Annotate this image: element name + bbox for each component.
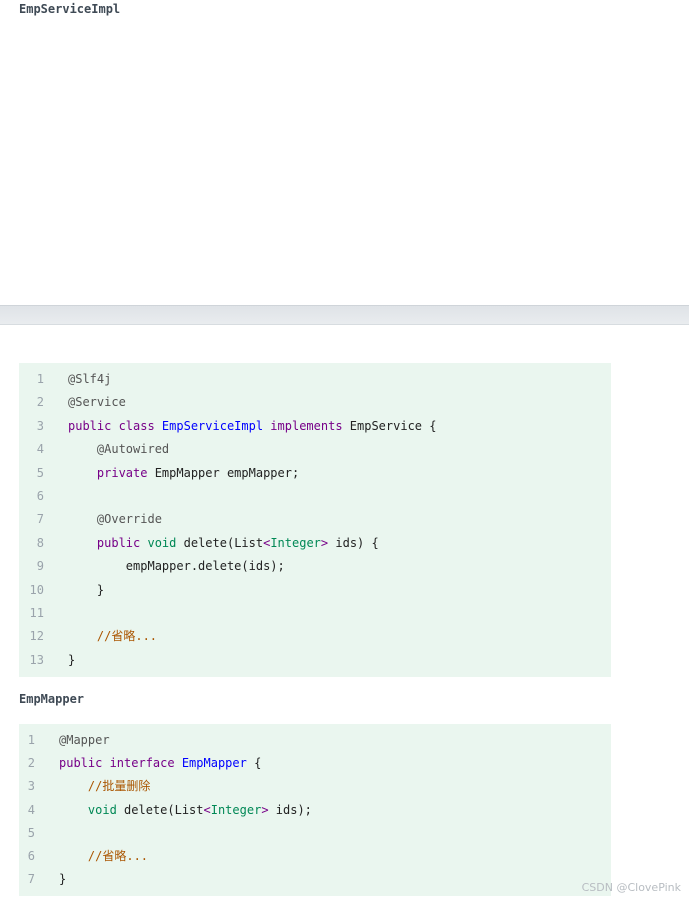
code-line: 5 private EmpMapper empMapper; [19, 462, 611, 484]
code-token: public [68, 535, 148, 550]
code-token: < [203, 802, 211, 817]
code-text: @Slf4j [68, 368, 111, 390]
code-text: public class EmpServiceImpl implements E… [68, 415, 436, 437]
code-token: //省略... [68, 629, 158, 644]
line-number: 12 [29, 629, 44, 644]
code-text: @Override [68, 508, 162, 530]
code-token: ids); [268, 802, 312, 817]
line-number: 1 [36, 372, 44, 386]
code-text: public interface EmpMapper { [59, 752, 261, 774]
section-divider [0, 305, 689, 325]
line-number: 6 [36, 489, 44, 503]
code-token: @Autowired [68, 442, 170, 457]
code-token: Integer [210, 802, 262, 817]
code-token: public interface [59, 756, 182, 771]
line-number: 8 [36, 535, 44, 550]
code-token: implements [263, 418, 350, 433]
line-number: 5 [36, 465, 44, 480]
code-line: 13} [19, 649, 611, 671]
code-block-empserviceimpl: 1 @Slf4j 2 @Service 3 public class EmpService… [19, 363, 611, 677]
line-number: 9 [36, 559, 44, 574]
code-line: 6 //省略... [19, 845, 611, 867]
code-token: @Service [68, 395, 126, 410]
code-text: //批量删除 [59, 775, 150, 797]
line-number: 13 [29, 652, 44, 667]
code-text: } [68, 649, 75, 671]
code-text: //省略... [59, 845, 148, 867]
code-text: } [59, 868, 66, 890]
code-text: public void delete(List<Integer> ids) { [68, 532, 379, 554]
code-line: 1 @Slf4j [19, 368, 611, 390]
line-number: 1 [27, 733, 35, 747]
code-line: 4 void delete(List<Integer> ids); [19, 799, 611, 821]
code-line: 12 //省略... [19, 625, 611, 647]
code-token: EmpMapper empMapper; [154, 465, 300, 480]
code-text: private EmpMapper empMapper; [68, 462, 299, 484]
code-line: 3 public class EmpServiceImpl implements … [19, 415, 611, 437]
line-number: 7 [27, 872, 35, 887]
code-line: 8 public void delete(List<Integer> ids) … [19, 532, 611, 554]
code-text: void delete(List<Integer> ids); [59, 799, 312, 821]
code-token: } [68, 652, 76, 667]
line-number: 7 [36, 512, 44, 527]
line-number: 3 [36, 418, 44, 433]
code-text: @Autowired [68, 438, 169, 460]
line-number: 3 [27, 779, 35, 794]
code-token: @Override [68, 512, 162, 527]
code-text: @Service [68, 391, 126, 413]
line-number: 2 [36, 395, 44, 410]
code-token: Integer [270, 535, 321, 550]
code-token: delete(List [176, 535, 264, 550]
code-text: //省略... [68, 625, 157, 647]
line-number: 11 [29, 606, 44, 620]
code-token: public class [68, 418, 162, 433]
code-token: //批量删除 [59, 779, 151, 794]
code-text: @Mapper [59, 729, 110, 751]
code-token: void [147, 535, 177, 550]
section-heading-empserviceimpl: EmpServiceImpl [19, 2, 121, 16]
line-number: 5 [27, 825, 35, 840]
code-token: empMapper.delete(ids); [68, 559, 285, 574]
code-token: delete(List [116, 802, 204, 817]
code-token: EmpService { [349, 418, 437, 433]
code-token: EmpMapper [181, 756, 247, 771]
code-token: private [68, 465, 155, 480]
line-number: 4 [36, 442, 44, 457]
code-token: > [261, 802, 269, 817]
code-token: @Slf4j [68, 372, 112, 386]
code-token: } [59, 872, 67, 887]
line-number: 6 [27, 849, 35, 863]
section-heading-empmapper: EmpMapper [19, 692, 85, 706]
code-token: ids) { [328, 535, 379, 550]
code-block-empmapper: 1 @Mapper 2 public interface EmpMapper {3 /… [19, 724, 611, 896]
code-line: 7} [19, 868, 611, 890]
code-line: 6 [19, 485, 611, 507]
code-line: 4 @Autowired [19, 438, 611, 460]
code-text: } [68, 579, 104, 601]
code-token: @Mapper [59, 733, 110, 747]
watermark: CSDN @ClovePink [581, 881, 681, 894]
line-number: 4 [27, 802, 35, 817]
code-token: EmpServiceImpl [161, 418, 264, 433]
line-number: 10 [29, 582, 44, 597]
code-token: } [68, 582, 105, 597]
code-line: 2 public interface EmpMapper { [19, 752, 611, 774]
code-line: 1 @Mapper [19, 729, 611, 751]
code-line: 11 [19, 602, 611, 624]
code-line: 7 @Override [19, 508, 611, 530]
code-line: 9 empMapper.delete(ids); [19, 555, 611, 577]
code-token: //省略... [59, 849, 149, 863]
code-token: void [59, 802, 117, 817]
code-line: 5 [19, 822, 611, 844]
code-line: 10 } [19, 579, 611, 601]
line-number: 2 [27, 756, 35, 771]
code-line: 2 @Service [19, 391, 611, 413]
code-text: empMapper.delete(ids); [68, 555, 285, 577]
code-token: { [246, 756, 262, 771]
code-line: 3 //批量删除 [19, 775, 611, 797]
